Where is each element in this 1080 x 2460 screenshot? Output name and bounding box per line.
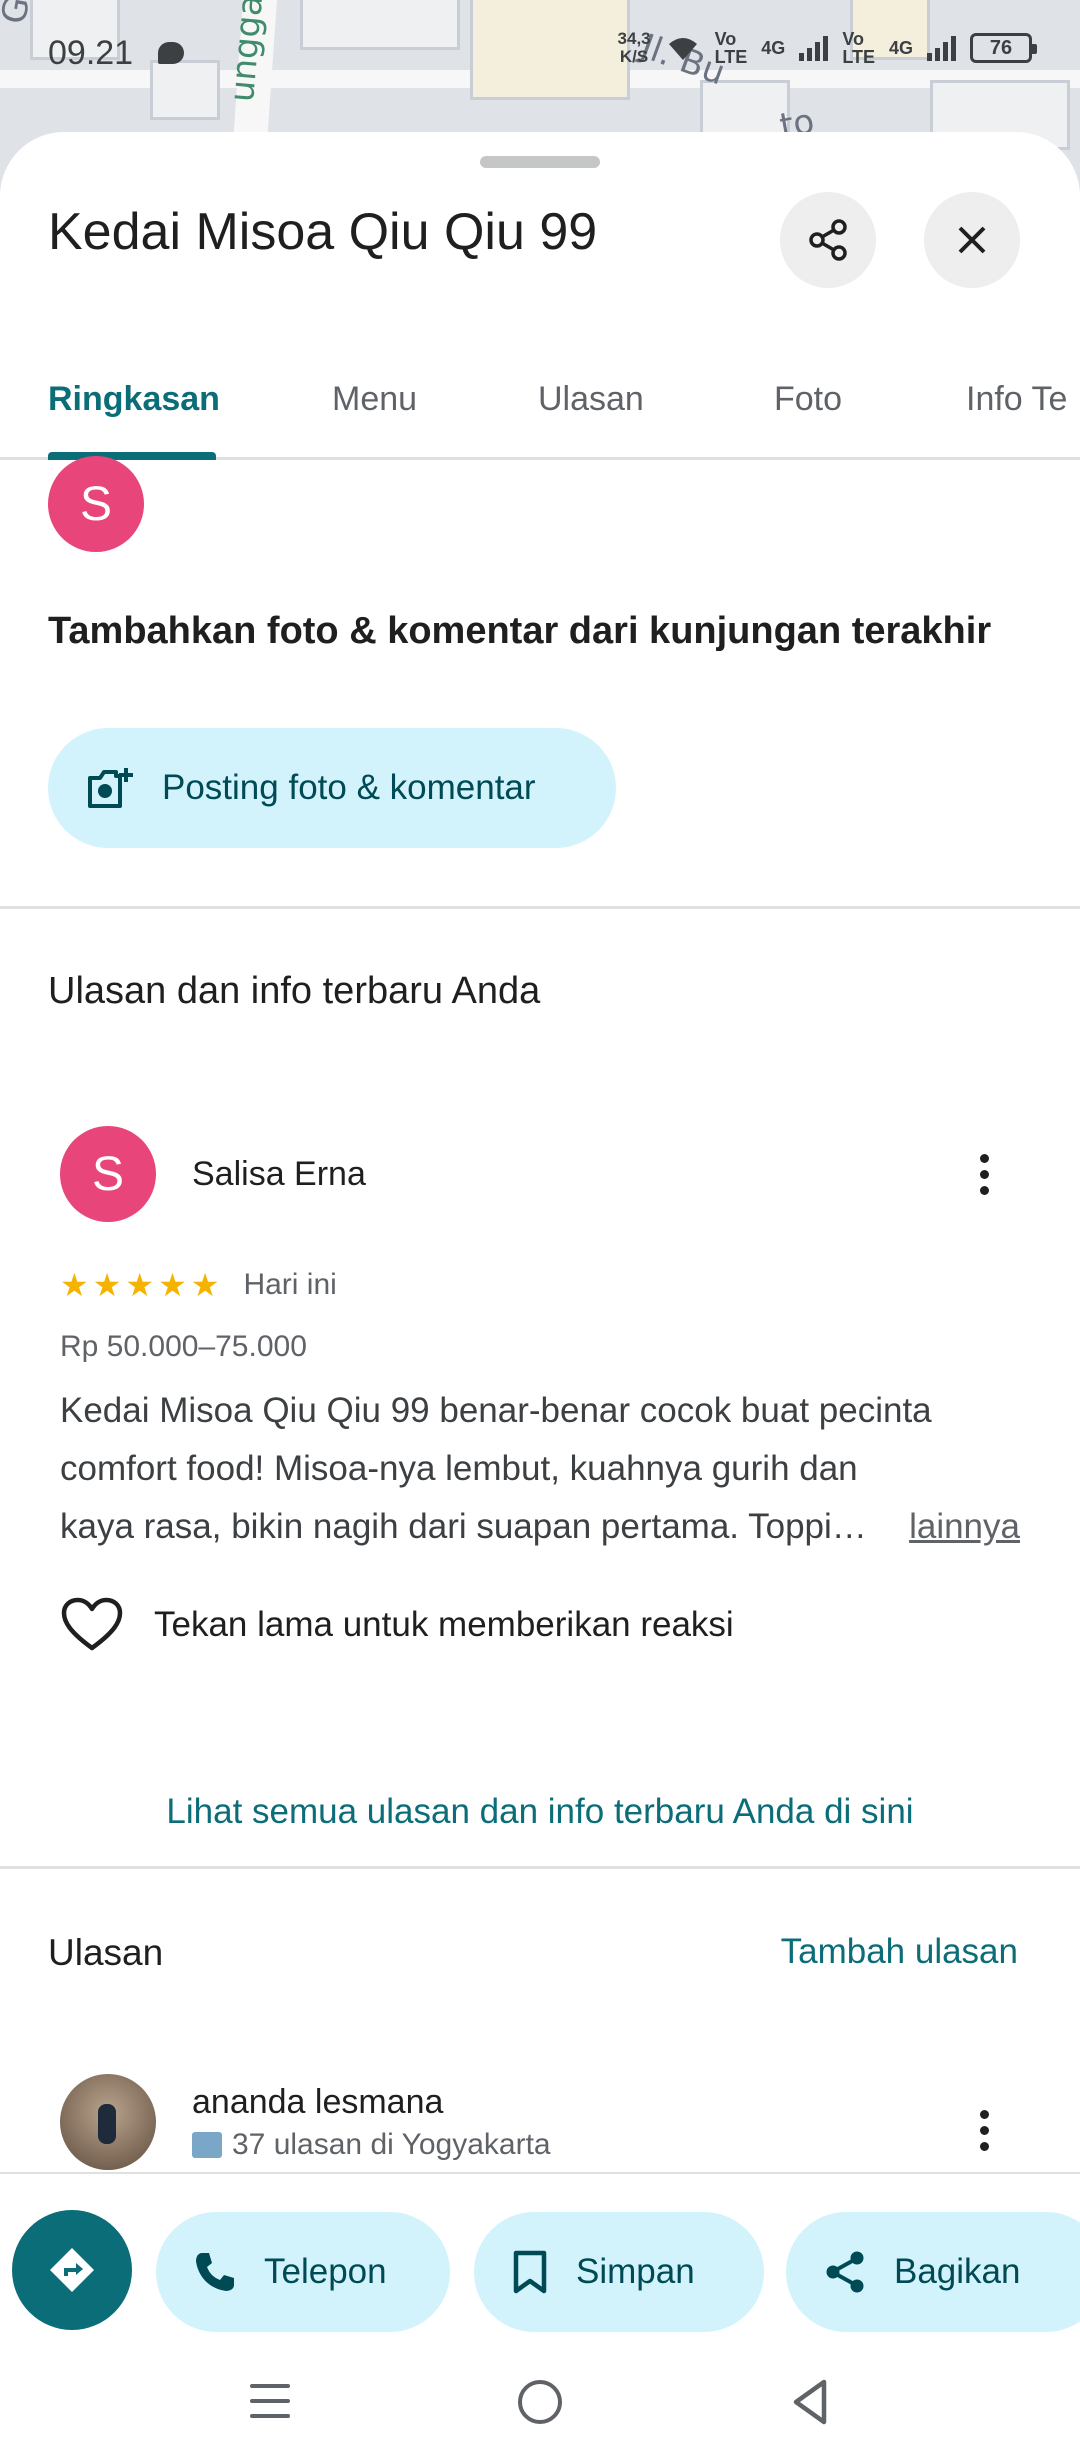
review-text-line: Kedai Misoa Qiu Qiu 99 benar-benar cocok… (60, 1391, 932, 1430)
heart-icon (61, 1597, 123, 1651)
star-icon: ★ (60, 1267, 89, 1303)
signal-icon (799, 35, 829, 61)
drag-handle[interactable] (480, 156, 600, 168)
status-icons: 34,3 K/S Vo LTE 4G Vo LTE 4G 76 (618, 29, 1037, 67)
review-date: Hari ini (243, 1268, 337, 1301)
reviewer-meta-text: 37 ulasan di Yogyakarta (232, 2127, 551, 2161)
your-review-author[interactable]: S Salisa Erna (60, 1126, 366, 1222)
network-type: 4G (761, 38, 786, 58)
message-icon (158, 42, 184, 64)
wifi-icon (668, 38, 697, 60)
review-text-line-3: kaya rasa, bikin nagih dari suapan perta… (60, 1507, 867, 1546)
review-more-options-icon[interactable] (964, 2100, 1004, 2160)
star-icon: ★ (158, 1267, 187, 1303)
call-button[interactable]: Telepon (156, 2212, 450, 2332)
reviewer-meta: 37 ulasan di Yogyakarta (192, 2128, 551, 2162)
reviews-title: Ulasan (48, 1932, 164, 1973)
close-button[interactable] (924, 192, 1020, 288)
add-photo-icon (88, 768, 133, 808)
see-all-reviews-link[interactable]: Lihat semua ulasan dan info terbaru Anda… (0, 1792, 1080, 1832)
review-text-line: comfort food! Misoa-nya lembut, kuahnya … (60, 1449, 858, 1488)
volte-badge: Vo LTE (714, 29, 748, 67)
tab-info[interactable]: Info Te (966, 380, 1067, 419)
star-icon: ★ (190, 1267, 220, 1303)
city-icon (192, 2131, 222, 2158)
status-bar: 09.21 34,3 K/S Vo LTE 4G Vo LTE 4G 76 (0, 0, 1080, 110)
react-button[interactable]: Tekan lama untuk memberikan reaksi (60, 1596, 734, 1654)
tab-bar: Ringkasan Menu Ulasan Foto Info Te (0, 350, 1080, 460)
add-photo-prompt: Tambahkan foto & komentar dari kunjungan… (48, 610, 992, 652)
review-text[interactable]: Kedai Misoa Qiu Qiu 99 benar-benar cocok… (60, 1382, 1020, 1556)
home-icon[interactable] (518, 2380, 562, 2424)
save-label: Simpan (576, 2252, 695, 2291)
star-icon: ★ (125, 1267, 155, 1303)
reviewer-name: Salisa Erna (192, 1154, 366, 1193)
reviewer-info: ananda lesmana 37 ulasan di Yogyakarta (192, 2083, 551, 2162)
save-button[interactable]: Simpan (474, 2212, 764, 2332)
place-title: Kedai Misoa Qiu Qiu 99 (48, 203, 598, 261)
share-icon (826, 2251, 864, 2293)
star-icon: ★ (92, 1267, 122, 1303)
read-more-link[interactable]: lainnya (909, 1498, 1020, 1556)
your-reviews-title: Ulasan dan info terbaru Anda (48, 970, 541, 1012)
speed-unit: K/S (619, 47, 649, 66)
phone-icon (196, 2253, 234, 2291)
star-rating: ★ ★ ★ ★ ★ (60, 1269, 219, 1301)
user-avatar: S (48, 456, 144, 552)
reviewer-name: ananda lesmana (192, 2082, 444, 2121)
speed-value: 34,3 (617, 29, 651, 48)
back-icon[interactable] (790, 2378, 830, 2426)
divider (0, 1866, 1080, 1869)
review-rating-row: ★ ★ ★ ★ ★ Hari ini (60, 1268, 337, 1302)
review-author[interactable]: ananda lesmana 37 ulasan di Yogyakarta (60, 2074, 551, 2170)
action-bar: Telepon Simpan Bagikan (0, 2172, 1080, 2332)
review-more-options-icon[interactable] (964, 1144, 1004, 1204)
volte-badge: Vo LTE (842, 29, 875, 67)
active-tab-indicator (48, 452, 216, 460)
reviewer-avatar (60, 2074, 156, 2170)
react-label: Tekan lama untuk memberikan reaksi (154, 1605, 734, 1644)
tab-ulasan[interactable]: Ulasan (538, 380, 644, 419)
share-button[interactable] (780, 192, 876, 288)
status-time: 09.21 (48, 34, 134, 72)
call-label: Telepon (264, 2252, 387, 2291)
directions-button[interactable] (12, 2210, 132, 2330)
network-speed: 34,3 K/S (618, 30, 651, 66)
screen: Gg. Ca unggal Jl. Bu to 09.21 34,3 K/S V… (0, 0, 1080, 2460)
share-icon (809, 219, 847, 261)
post-photo-button[interactable]: Posting foto & komentar (48, 728, 616, 848)
share-place-button[interactable]: Bagikan (786, 2212, 1080, 2332)
reviewer-avatar: S (60, 1126, 156, 1222)
tab-ringkasan[interactable]: Ringkasan (48, 380, 220, 419)
battery-icon: 76 (970, 33, 1037, 63)
network-type: 4G (888, 38, 913, 58)
review-price-range: Rp 50.000–75.000 (60, 1330, 307, 1363)
signal-icon (927, 35, 956, 61)
directions-icon (50, 2248, 94, 2292)
post-photo-label: Posting foto & komentar (162, 768, 536, 807)
bookmark-icon (513, 2250, 547, 2294)
close-icon (958, 226, 986, 254)
share-label: Bagikan (894, 2252, 1021, 2291)
review-text-line: kaya rasa, bikin nagih dari suapan perta… (60, 1498, 1020, 1556)
add-review-button[interactable]: Tambah ulasan (781, 1932, 1018, 1972)
tab-menu[interactable]: Menu (332, 380, 417, 419)
divider (0, 906, 1080, 909)
system-nav-bar (0, 2350, 1080, 2460)
tab-foto[interactable]: Foto (774, 380, 842, 419)
recent-apps-icon[interactable] (250, 2384, 290, 2418)
